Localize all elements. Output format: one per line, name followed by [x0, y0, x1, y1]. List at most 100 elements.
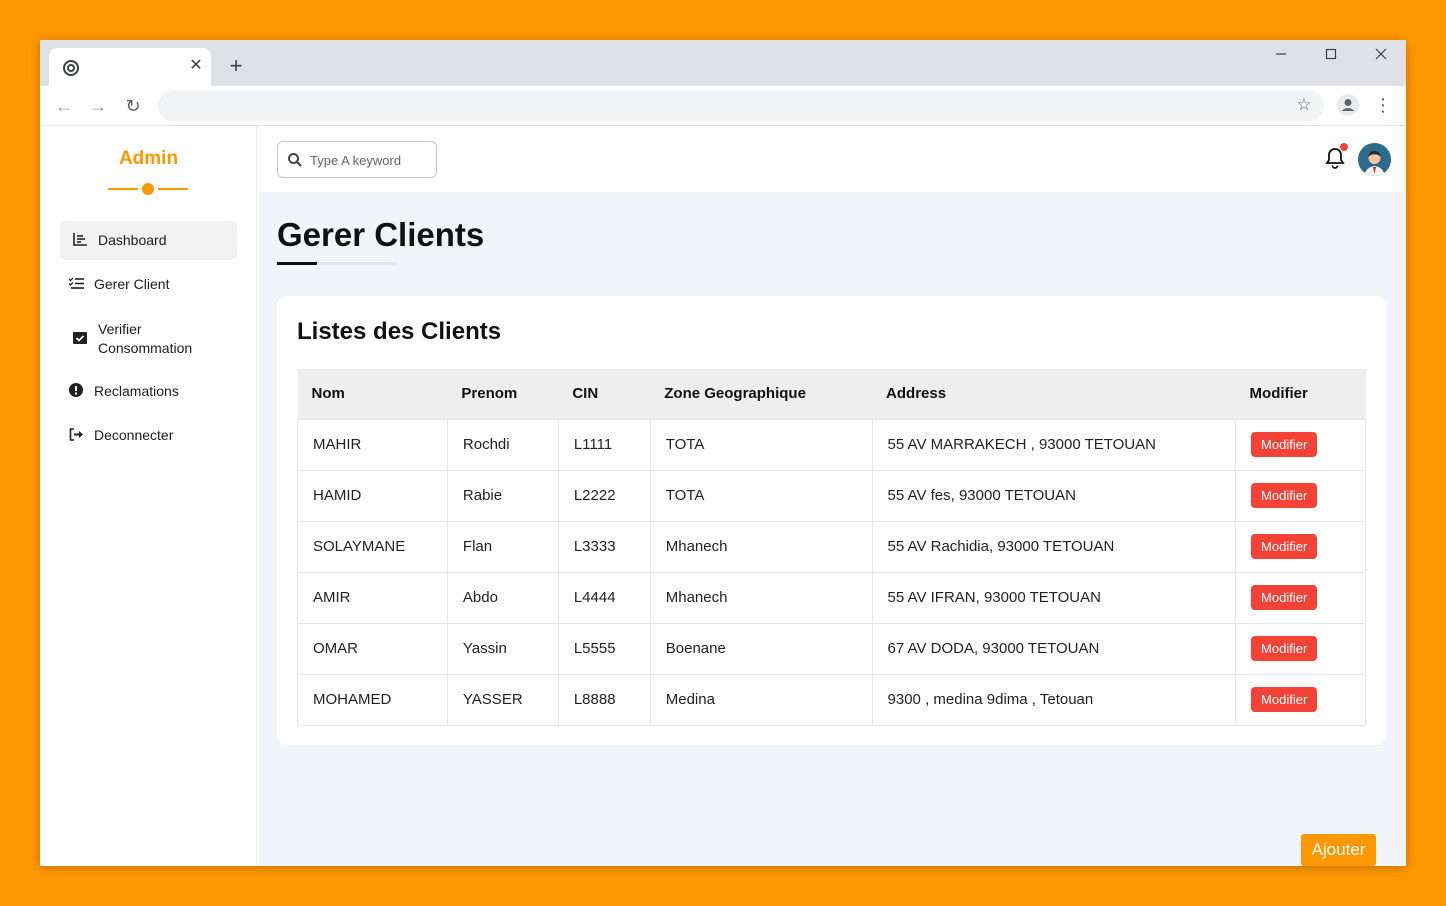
sidebar-item-label: Dashboard	[98, 232, 167, 248]
search-box[interactable]	[277, 141, 437, 178]
sidebar: Admin Dashboard Gerer Client Verifier Co…	[40, 126, 257, 866]
card-title: Listes des Clients	[297, 318, 502, 345]
page-title: Gerer Clients	[277, 216, 485, 253]
table-row: HAMID Rabie L2222 TOTA 55 AV fes, 93000 …	[297, 469, 1366, 522]
cell-address: 55 AV Rachidia, 93000 TETOUAN	[871, 520, 1237, 573]
cell-cin: L3333	[557, 520, 651, 573]
cell-nom: MOHAMED	[297, 673, 448, 726]
cell-zone: Medina	[649, 673, 873, 726]
cell-zone: TOTA	[649, 469, 873, 522]
avatar[interactable]	[1358, 143, 1391, 176]
cell-prenom: Flan	[446, 520, 559, 573]
column-header: Zone Geographique	[664, 385, 806, 403]
cell-zone: TOTA	[649, 418, 873, 471]
cell-cin: L5555	[557, 622, 651, 675]
cell-address: 55 AV MARRAKECH , 93000 TETOUAN	[871, 418, 1237, 471]
cell-modifier: Modifier	[1235, 418, 1366, 471]
sidebar-item-gerer-client[interactable]: Gerer Client	[60, 265, 237, 304]
browser-tab[interactable]: ✕	[49, 48, 211, 86]
cell-cin: L2222	[557, 469, 651, 522]
modifier-button[interactable]: Modifier	[1251, 534, 1318, 559]
browser-window: ✕ + ← → ↻ ☆ ⋮ Admin Dashboard Gerer Clie…	[40, 40, 1406, 866]
title-underline	[277, 262, 397, 265]
reload-icon[interactable]: ↻	[122, 95, 144, 117]
cell-prenom: YASSER	[446, 673, 559, 726]
column-header: Nom	[311, 385, 345, 403]
cell-nom: SOLAYMANE	[297, 520, 448, 573]
table-row: SOLAYMANE Flan L3333 Mhanech 55 AV Rachi…	[297, 520, 1366, 573]
app-topbar	[258, 126, 1406, 192]
cell-modifier: Modifier	[1235, 520, 1366, 573]
column-header: CIN	[572, 385, 599, 403]
table-row: AMIR Abdo L4444 Mhanech 55 AV IFRAN, 930…	[297, 571, 1366, 624]
cell-cin: L8888	[557, 673, 651, 726]
cell-address: 67 AV DODA, 93000 TETOUAN	[871, 622, 1237, 675]
new-tab-icon[interactable]: +	[224, 55, 248, 79]
cell-cin: L1111	[557, 418, 651, 471]
maximize-icon[interactable]	[1316, 46, 1346, 66]
modifier-button[interactable]: Modifier	[1251, 687, 1318, 712]
cell-prenom: Yassin	[446, 622, 559, 675]
browser-menu-icon[interactable]: ⋮	[1373, 94, 1393, 116]
back-icon[interactable]: ←	[53, 95, 75, 117]
forward-icon[interactable]: →	[87, 95, 109, 117]
close-window-icon[interactable]	[1366, 46, 1396, 66]
cell-nom: AMIR	[297, 571, 448, 624]
table-header-row: Nom Prenom CIN Zone Geographique Address…	[297, 369, 1366, 419]
cell-prenom: Rabie	[446, 469, 559, 522]
sidebar-item-dashboard[interactable]: Dashboard	[60, 221, 237, 260]
table-row: OMAR Yassin L5555 Boenane 67 AV DODA, 93…	[297, 622, 1366, 675]
chrome-icon	[63, 60, 79, 76]
ajouter-button[interactable]: Ajouter	[1301, 834, 1376, 866]
cell-prenom: Abdo	[446, 571, 559, 624]
table-row: MAHIR Rochdi L1111 TOTA 55 AV MARRAKECH …	[297, 418, 1366, 471]
browser-toolbar: ← → ↻ ☆ ⋮	[40, 86, 1406, 126]
modifier-button[interactable]: Modifier	[1251, 483, 1318, 508]
sidebar-item-label: Verifier Consommation	[98, 321, 193, 356]
cell-zone: Mhanech	[649, 571, 873, 624]
minimize-icon[interactable]	[1266, 46, 1296, 66]
sidebar-item-verifier-consommation[interactable]: Verifier Consommation	[60, 310, 237, 368]
close-tab-icon[interactable]: ✕	[187, 57, 205, 75]
cell-modifier: Modifier	[1235, 673, 1366, 726]
notification-bell-icon[interactable]	[1324, 143, 1348, 170]
browser-profile-icon[interactable]	[1337, 94, 1359, 116]
brand-title: Admin	[118, 148, 179, 169]
cell-address: 55 AV IFRAN, 93000 TETOUAN	[871, 571, 1237, 624]
calendar-check-icon	[70, 331, 90, 347]
column-header: Prenom	[461, 385, 518, 403]
address-bar[interactable]: ☆	[158, 90, 1324, 121]
cell-cin: L4444	[557, 571, 651, 624]
sidebar-item-label: Reclamations	[94, 383, 179, 399]
cell-address: 55 AV fes, 93000 TETOUAN	[871, 469, 1237, 522]
cell-nom: HAMID	[297, 469, 448, 522]
main-content: Gerer Clients Listes des Clients Nom Pre…	[258, 192, 1406, 866]
modifier-button[interactable]: Modifier	[1251, 636, 1318, 661]
sidebar-item-label: Gerer Client	[94, 276, 170, 292]
list-check-icon	[66, 277, 86, 293]
bookmark-star-icon[interactable]: ☆	[1294, 95, 1314, 115]
cell-address: 9300 , medina 9dima , Tetouan	[871, 673, 1237, 726]
column-header: Address	[886, 385, 947, 403]
search-icon	[288, 153, 302, 167]
tab-strip: ✕ +	[40, 40, 1406, 86]
search-input[interactable]	[310, 150, 430, 170]
sidebar-item-deconnecter[interactable]: Deconnecter	[60, 416, 237, 455]
cell-zone: Boenane	[649, 622, 873, 675]
table-row: MOHAMED YASSER L8888 Medina 9300 , medin…	[297, 673, 1366, 726]
brand-decoration	[108, 183, 188, 195]
chart-icon	[70, 232, 90, 249]
modifier-button[interactable]: Modifier	[1251, 432, 1318, 457]
cell-modifier: Modifier	[1235, 469, 1366, 522]
cell-modifier: Modifier	[1235, 571, 1366, 624]
cell-prenom: Rochdi	[446, 418, 559, 471]
exclamation-circle-icon	[66, 383, 86, 400]
sign-out-icon	[66, 427, 86, 444]
cell-modifier: Modifier	[1235, 622, 1366, 675]
column-header: Modifier	[1249, 385, 1308, 403]
clients-table: Nom Prenom CIN Zone Geographique Address…	[297, 369, 1366, 726]
cell-zone: Mhanech	[649, 520, 873, 573]
sidebar-item-label: Deconnecter	[94, 427, 174, 443]
sidebar-item-reclamations[interactable]: Reclamations	[60, 372, 237, 411]
modifier-button[interactable]: Modifier	[1251, 585, 1318, 610]
